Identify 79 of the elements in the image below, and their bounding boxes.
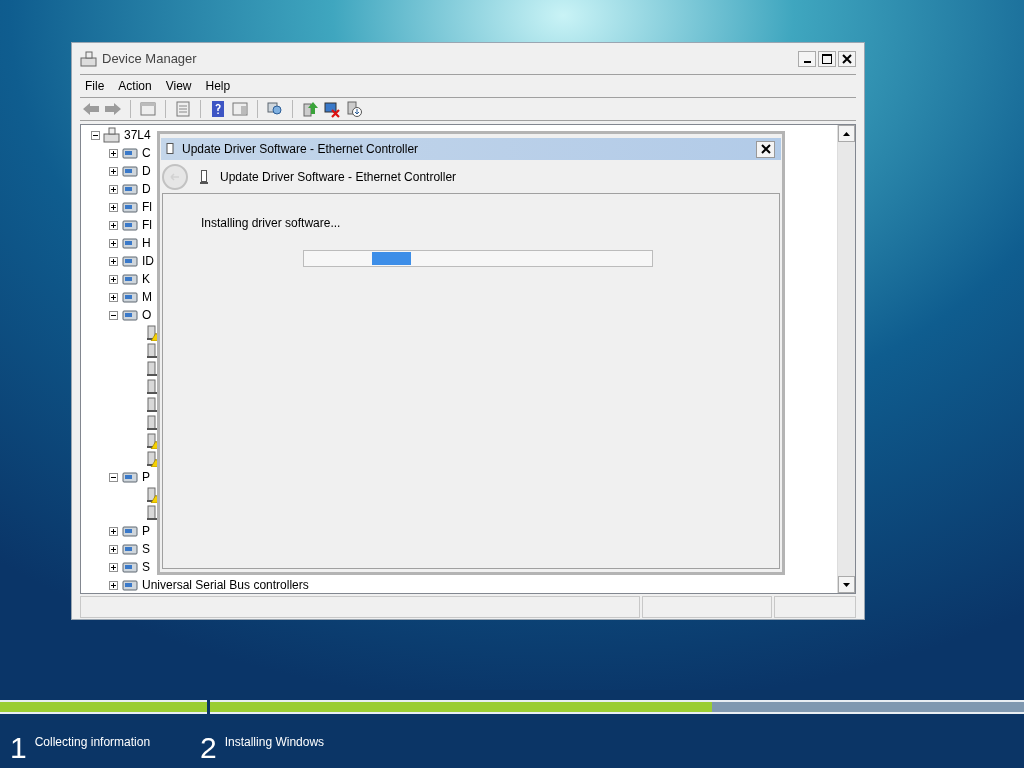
scroll-down-icon — [843, 582, 850, 587]
device-icon — [166, 143, 174, 155]
menu-item[interactable]: Action — [113, 77, 157, 95]
tree-item[interactable]: D — [142, 162, 151, 180]
device-icon — [121, 163, 139, 179]
step-number: 2 — [200, 730, 217, 765]
tree-item[interactable]: O — [142, 306, 152, 324]
scrollbar[interactable] — [837, 125, 855, 593]
device-icon — [121, 541, 139, 557]
status-message: Installing driver software... — [201, 215, 342, 232]
device-icon — [200, 169, 208, 184]
window-title: Device Manager — [102, 49, 197, 68]
device-icon — [121, 199, 139, 215]
device-icon — [121, 523, 139, 539]
disable-icon[interactable] — [345, 100, 363, 118]
minimize-icon — [803, 60, 811, 63]
dialog-title: Update Driver Software - Ethernet Controller — [182, 141, 419, 158]
device-manager-icon — [80, 50, 98, 67]
scan-icon[interactable] — [266, 100, 284, 118]
collapse-icon[interactable] — [91, 130, 100, 140]
device-icon — [121, 559, 139, 575]
maximize-icon — [822, 53, 832, 64]
close-icon — [760, 144, 771, 154]
expand-icon[interactable] — [109, 166, 118, 176]
tree-item[interactable]: C — [142, 144, 151, 162]
expand-icon[interactable] — [109, 148, 118, 158]
expand-icon[interactable] — [109, 184, 118, 194]
menu-item[interactable]: Help — [200, 77, 236, 95]
expand-icon[interactable] — [109, 220, 118, 230]
close-button[interactable] — [838, 50, 856, 67]
device-icon — [121, 271, 139, 287]
step-label: Installing Windows — [224, 734, 325, 751]
computer-icon — [103, 127, 121, 143]
expand-icon[interactable] — [109, 544, 118, 554]
expand-icon[interactable] — [109, 526, 118, 536]
tree-item[interactable]: Fl — [142, 198, 152, 216]
device-icon — [121, 307, 139, 323]
maximize-button[interactable] — [818, 50, 836, 67]
scroll-up-icon — [843, 131, 850, 136]
device-icon — [121, 217, 139, 233]
uninstall-icon[interactable] — [323, 100, 341, 118]
help-icon[interactable] — [209, 100, 227, 118]
device-icon — [121, 289, 139, 305]
device-icon — [121, 469, 139, 485]
expand-icon[interactable] — [109, 274, 118, 284]
tree-item[interactable]: Universal Serial Bus controllers — [142, 576, 309, 593]
expand-icon[interactable] — [109, 562, 118, 572]
device-icon — [121, 577, 139, 593]
tree-item[interactable]: P — [142, 522, 150, 540]
collapse-icon[interactable] — [109, 472, 118, 482]
expand-icon[interactable] — [109, 256, 118, 266]
device-icon — [121, 145, 139, 161]
expand-icon[interactable] — [109, 202, 118, 212]
device-icon — [121, 253, 139, 269]
collapse-icon[interactable] — [109, 310, 118, 320]
step-label: Collecting information — [34, 734, 151, 751]
tree-item[interactable]: D — [142, 180, 151, 198]
tree-item[interactable]: P — [142, 468, 150, 486]
tree-item[interactable]: H — [142, 234, 151, 252]
expand-icon[interactable] — [109, 238, 118, 248]
device-icon — [121, 181, 139, 197]
dialog-header: Update Driver Software - Ethernet Controller — [220, 168, 457, 186]
tree-item[interactable]: Fl — [142, 216, 152, 234]
close-button[interactable] — [756, 140, 775, 158]
tree-item[interactable]: S — [142, 558, 150, 576]
update-icon[interactable] — [301, 100, 319, 118]
device-icon — [121, 235, 139, 251]
tree-item[interactable]: ID — [142, 252, 154, 270]
menu-item[interactable]: File — [80, 77, 110, 95]
tree-item[interactable]: K — [142, 270, 150, 288]
tree-item[interactable]: M — [142, 288, 152, 306]
expand-icon[interactable] — [109, 580, 118, 590]
expand-icon[interactable] — [109, 292, 118, 302]
tree-item[interactable]: S — [142, 540, 150, 558]
step-number: 1 — [10, 730, 27, 765]
close-icon — [842, 53, 852, 64]
menu-item[interactable]: View — [160, 77, 197, 95]
minimize-button[interactable] — [798, 50, 816, 67]
tree-item[interactable]: 37L4 — [124, 126, 151, 144]
